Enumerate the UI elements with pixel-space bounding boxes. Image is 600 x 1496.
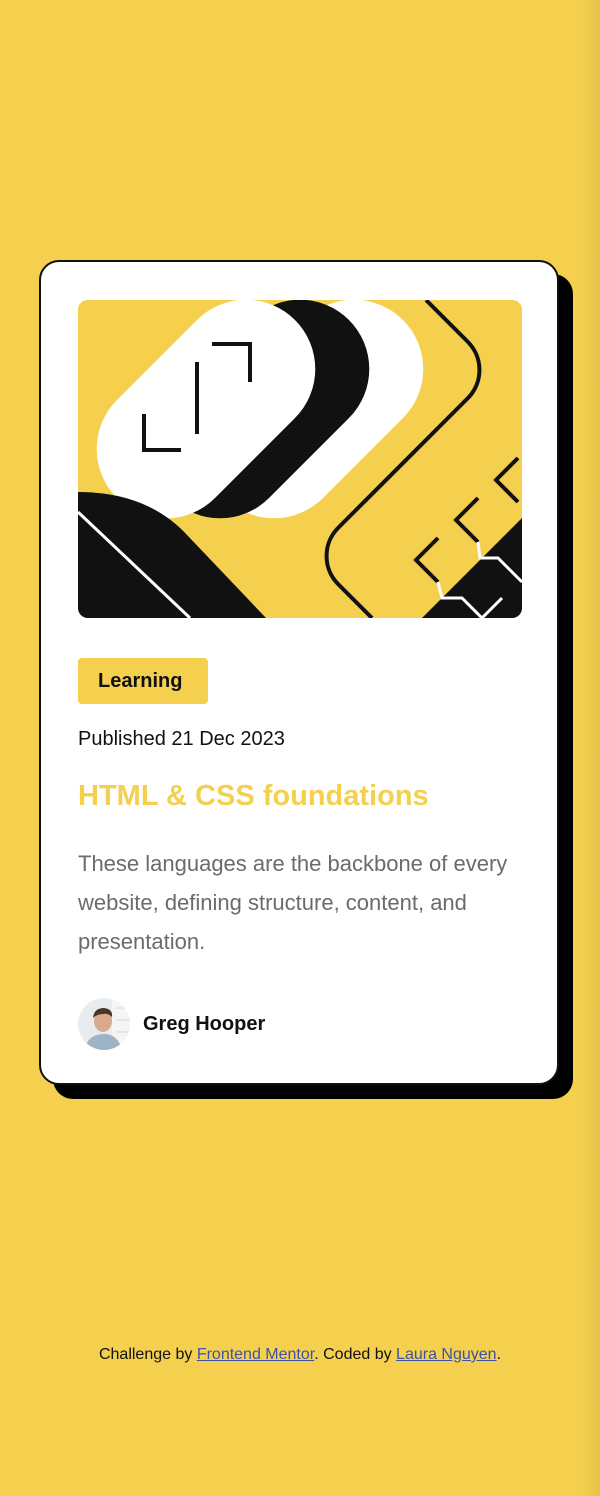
page-edge-shade [580, 0, 600, 1496]
author-link[interactable]: Laura Nguyen [396, 1346, 497, 1363]
author: Greg Hooper [78, 998, 265, 1050]
author-name: Greg Hooper [143, 1012, 266, 1035]
card-title[interactable]: HTML & CSS foundations [78, 780, 429, 813]
card-description: These languages are the backbone of ever… [78, 851, 508, 954]
attribution: Challenge by Frontend Mentor. Coded by L… [0, 1346, 600, 1364]
frontend-mentor-link[interactable]: Frontend Mentor [197, 1346, 314, 1363]
blog-preview-card: Learning Published 21 Dec 2023 HTML & CS… [39, 260, 559, 1085]
attribution-suffix: . [496, 1346, 502, 1363]
card-illustration [78, 300, 522, 618]
author-avatar [78, 998, 130, 1050]
category-tag: Learning [78, 658, 208, 704]
attribution-middle: . Coded by [314, 1346, 397, 1363]
attribution-prefix: Challenge by [98, 1346, 197, 1363]
publish-date: Published 21 Dec 2023 [78, 728, 285, 750]
